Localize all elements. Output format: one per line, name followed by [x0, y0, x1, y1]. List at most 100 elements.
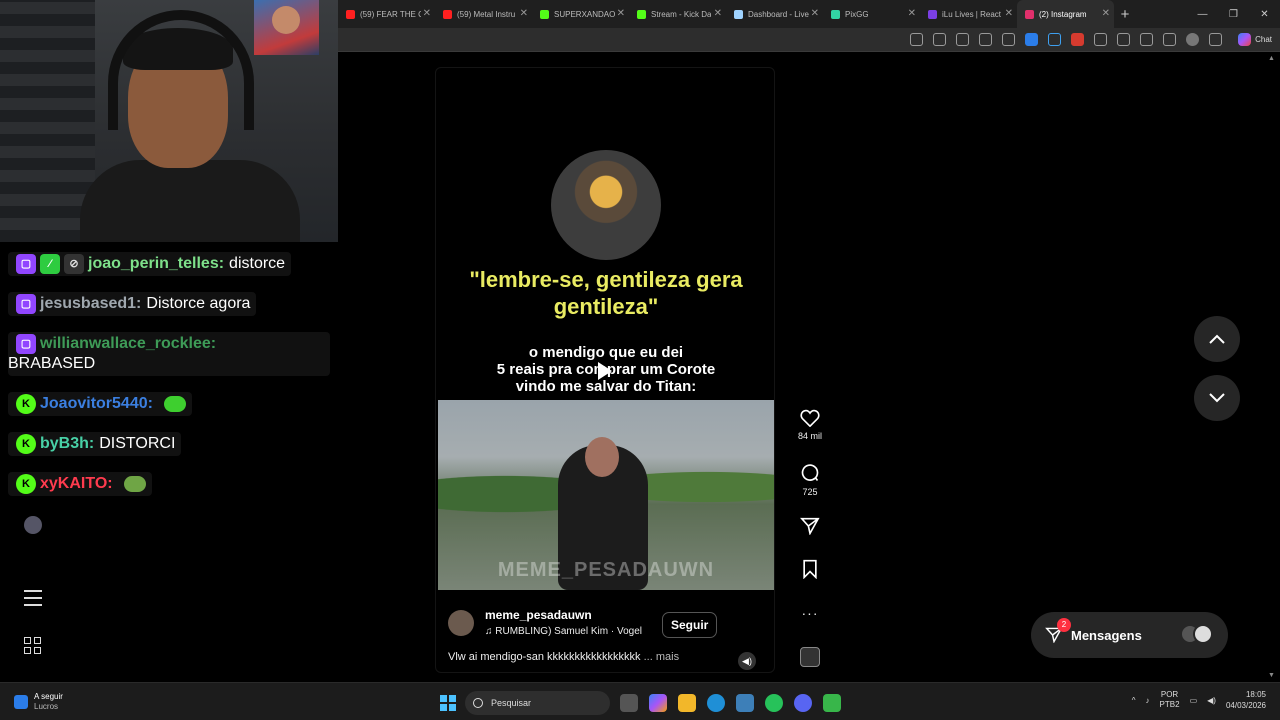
tray-overflow-icon[interactable]: ^: [1132, 696, 1136, 705]
extensions-puzzle-icon[interactable]: [1094, 33, 1107, 46]
tab-close-icon[interactable]: ✕: [714, 8, 722, 19]
discord-icon[interactable]: [794, 694, 812, 712]
music-info[interactable]: ♫ RUMBLING) Samuel Kim · Vogel: [485, 626, 642, 637]
chat-username[interactable]: willianwallace_rocklee:: [40, 334, 216, 354]
messages-button[interactable]: 2 Mensagens: [1031, 612, 1228, 658]
browser-tab[interactable]: Dashboard - Live ✕: [726, 0, 823, 28]
toolbar: Chat: [338, 28, 1280, 52]
share-action[interactable]: [792, 517, 828, 539]
taskbar-search[interactable]: Pesquisar: [465, 691, 610, 715]
kick-icon: K: [16, 434, 36, 454]
copilot-button[interactable]: Chat: [1238, 33, 1272, 46]
follow-button[interactable]: Seguir: [662, 612, 718, 638]
headset: [108, 10, 254, 130]
speaker-icon[interactable]: ◀): [738, 652, 756, 670]
restore-button[interactable]: ❐: [1218, 9, 1249, 20]
chat-username[interactable]: jesusbased1:: [40, 294, 141, 314]
taskbar-apps: [620, 694, 841, 712]
comment-action[interactable]: 725: [792, 463, 828, 497]
profile-avatar[interactable]: [1186, 33, 1199, 46]
author-username[interactable]: meme_pesadauwn: [485, 608, 592, 622]
tab-close-icon[interactable]: ✕: [520, 8, 528, 19]
reel-player[interactable]: "lembre-se, gentileza gera gentileza" o …: [435, 67, 775, 673]
microphone-icon[interactable]: ♪: [1146, 696, 1150, 705]
tab-close-icon[interactable]: ✕: [423, 8, 431, 19]
tab-close-icon[interactable]: ✕: [1102, 8, 1110, 19]
language-indicator[interactable]: POR PTB2: [1160, 690, 1180, 710]
minimize-button[interactable]: —: [1187, 9, 1218, 20]
next-reel-button[interactable]: [1194, 375, 1240, 421]
app-available-icon[interactable]: [910, 33, 923, 46]
heart-icon: [800, 409, 820, 427]
chat-username[interactable]: Joaovitor5440:: [40, 394, 153, 414]
comment-icon: [801, 464, 819, 481]
chat-username[interactable]: xyKAITO:: [40, 474, 113, 494]
more-link[interactable]: ... mais: [644, 651, 679, 663]
reel-description: Vlw ai mendigo-san kkkkkkkkkkkkkkkkk ...…: [448, 651, 680, 663]
tab-favicon: [928, 9, 937, 19]
new-tab-button[interactable]: +: [1114, 6, 1136, 23]
unread-badge: 2: [1057, 618, 1071, 632]
spotify-like-icon[interactable]: [765, 694, 783, 712]
volume-icon[interactable]: ◀): [1207, 696, 1216, 705]
message-avatars: [1180, 624, 1214, 644]
copilot-app-icon[interactable]: [649, 694, 667, 712]
grid-icon[interactable]: [24, 637, 42, 655]
superman-poster: [254, 0, 319, 55]
browser-tab[interactable]: SUPERXANDAO ✕: [532, 0, 629, 28]
browser-tab[interactable]: iLu Lives | React ✕: [920, 0, 1017, 28]
emote-icon: [163, 396, 186, 412]
photos-icon[interactable]: [736, 694, 754, 712]
tab-close-icon[interactable]: ✕: [908, 8, 916, 19]
music-note-icon: ♫: [485, 626, 493, 637]
read-aloud-icon[interactable]: [956, 33, 969, 46]
browser-tab[interactable]: Stream - Kick Da ✕: [629, 0, 726, 28]
extension-red-icon[interactable]: [1071, 33, 1084, 46]
previous-reel-button[interactable]: [1194, 316, 1240, 362]
chat-text: DISTORCI: [99, 435, 176, 452]
app-green-icon[interactable]: [823, 694, 841, 712]
chat-message: KxyKAITO:: [8, 472, 152, 496]
file-explorer-icon[interactable]: [678, 694, 696, 712]
widgets-button[interactable]: A seguir Lucros: [14, 692, 63, 712]
like-action[interactable]: 84 mil: [792, 409, 828, 441]
save-action[interactable]: [792, 559, 828, 583]
zoom-icon[interactable]: [933, 33, 946, 46]
chat-username[interactable]: byB3h:: [40, 434, 94, 454]
edge-icon[interactable]: [707, 694, 725, 712]
menu-icon[interactable]: [24, 590, 42, 606]
browser-tab[interactable]: (59) Metal Instru ✕: [435, 0, 532, 28]
chat-text: BRABASED: [8, 355, 96, 372]
toolbar-icons: [910, 33, 1222, 46]
favorites-icon[interactable]: [1140, 33, 1153, 46]
browser-tab[interactable]: PixGG ✕: [823, 0, 920, 28]
tab-close-icon[interactable]: ✕: [811, 8, 819, 19]
system-tray: ^ ♪ POR PTB2 ▭ ◀) 18:05 04/03/2026: [1132, 689, 1266, 711]
extension-blue-icon[interactable]: [1025, 33, 1038, 46]
play-icon[interactable]: [598, 362, 612, 380]
browser-tab[interactable]: (2) Instagram ✕: [1017, 0, 1114, 28]
more-options-icon[interactable]: ···: [792, 605, 828, 621]
split-screen-icon[interactable]: [1117, 33, 1130, 46]
scrollbar[interactable]: ▲ ▼: [1268, 53, 1276, 682]
extension-icon[interactable]: [1002, 33, 1015, 46]
reel-video-frame[interactable]: MEME_PESADAUWN: [438, 400, 774, 590]
chat-username[interactable]: joao_perin_telles:: [88, 254, 224, 274]
tab-close-icon[interactable]: ✕: [617, 8, 625, 19]
task-view-icon[interactable]: [620, 694, 638, 712]
translate-icon[interactable]: [1048, 33, 1061, 46]
clock[interactable]: 18:05 04/03/2026: [1226, 689, 1266, 711]
emote-icon: [123, 476, 146, 492]
share-icon: [800, 517, 820, 535]
close-window-button[interactable]: ✕: [1249, 9, 1280, 20]
more-menu-icon[interactable]: [1209, 33, 1222, 46]
start-button[interactable]: [440, 695, 456, 711]
author-avatar[interactable]: [448, 610, 474, 636]
bookmark-icon: [803, 559, 817, 579]
favorite-star-icon[interactable]: [979, 33, 992, 46]
network-icon[interactable]: ▭: [1190, 696, 1198, 705]
tab-close-icon[interactable]: ✕: [1005, 8, 1013, 19]
audio-thumbnail[interactable]: [792, 647, 828, 667]
browser-tab[interactable]: (59) FEAR THE CI ✕: [338, 0, 435, 28]
downloads-icon[interactable]: [1163, 33, 1176, 46]
